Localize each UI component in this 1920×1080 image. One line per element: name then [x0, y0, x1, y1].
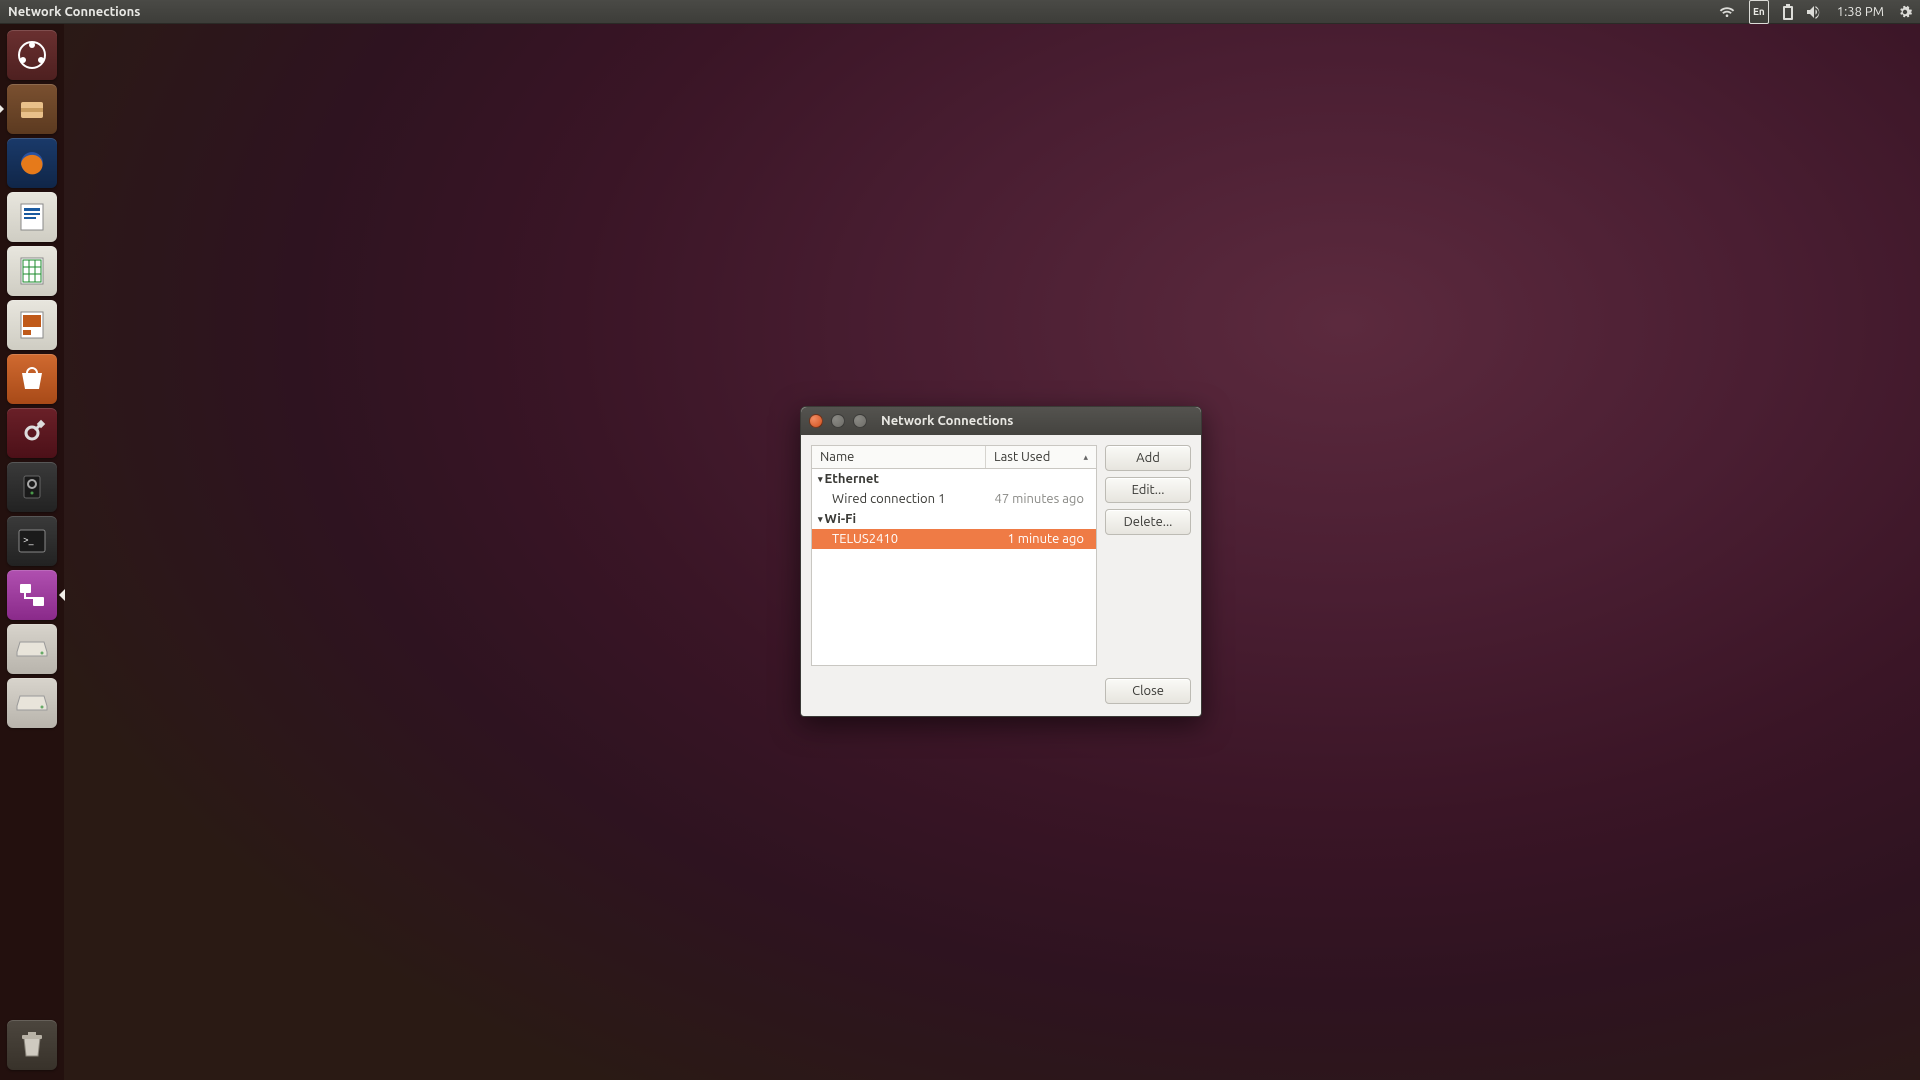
launcher-drive-icon[interactable]: [7, 624, 57, 674]
keyboard-language-indicator[interactable]: En: [1749, 0, 1769, 24]
column-name[interactable]: Name: [812, 446, 986, 468]
chevron-down-icon: ▾: [818, 474, 823, 485]
network-indicator-icon[interactable]: [1719, 0, 1735, 24]
edit-button[interactable]: Edit...: [1105, 477, 1191, 503]
group-label: Wi-Fi: [825, 512, 857, 526]
top-menubar: Network Connections En 1:38 PM: [0, 0, 1920, 24]
clock[interactable]: 1:38 PM: [1837, 5, 1884, 19]
connections-list: Name Last Used ▴ ▾ Ethernet Wired connec…: [811, 445, 1097, 666]
close-icon[interactable]: [809, 414, 823, 428]
unity-launcher: >_: [0, 24, 64, 1080]
column-last-used-label: Last Used: [994, 450, 1050, 464]
dialog-titlebar[interactable]: Network Connections: [801, 407, 1201, 435]
svg-text:>_: >_: [23, 534, 34, 545]
launcher-impress-icon[interactable]: [7, 300, 57, 350]
active-app-title: Network Connections: [8, 5, 140, 19]
connection-row[interactable]: Wired connection 1 47 minutes ago: [812, 489, 1096, 509]
launcher-network-connections-icon[interactable]: [7, 570, 57, 620]
launcher-settings-icon[interactable]: [7, 408, 57, 458]
launcher-trash-icon[interactable]: [7, 1020, 57, 1070]
volume-indicator-icon[interactable]: [1807, 0, 1823, 24]
column-last-used[interactable]: Last Used ▴: [986, 446, 1096, 468]
launcher-writer-icon[interactable]: [7, 192, 57, 242]
launcher-files-icon[interactable]: [7, 84, 57, 134]
launcher-drive-icon[interactable]: [7, 678, 57, 728]
session-gear-icon[interactable]: [1898, 0, 1912, 24]
dialog-title: Network Connections: [881, 414, 1013, 428]
launcher-terminal-icon[interactable]: >_: [7, 516, 57, 566]
connection-last-used: 1 minute ago: [980, 532, 1090, 546]
connection-name: Wired connection 1: [832, 492, 980, 506]
launcher-firefox-icon[interactable]: [7, 138, 57, 188]
launcher-backup-icon[interactable]: [7, 462, 57, 512]
close-button[interactable]: Close: [1105, 678, 1191, 704]
connection-last-used: 47 minutes ago: [980, 492, 1090, 506]
maximize-icon[interactable]: [853, 414, 867, 428]
minimize-icon[interactable]: [831, 414, 845, 428]
add-button[interactable]: Add: [1105, 445, 1191, 471]
group-ethernet[interactable]: ▾ Ethernet: [812, 469, 1096, 489]
group-label: Ethernet: [825, 472, 879, 486]
launcher-calc-icon[interactable]: [7, 246, 57, 296]
launcher-software-center-icon[interactable]: [7, 354, 57, 404]
battery-indicator-icon[interactable]: [1783, 0, 1793, 24]
list-body[interactable]: ▾ Ethernet Wired connection 1 47 minutes…: [811, 468, 1097, 666]
delete-button[interactable]: Delete...: [1105, 509, 1191, 535]
launcher-dash-icon[interactable]: [7, 30, 57, 80]
list-header: Name Last Used ▴: [811, 445, 1097, 468]
network-connections-dialog: Network Connections Name Last Used ▴ ▾ E…: [800, 406, 1202, 717]
group-wifi[interactable]: ▾ Wi-Fi: [812, 509, 1096, 529]
sort-indicator-icon: ▴: [1083, 452, 1088, 463]
dialog-action-buttons: Add Edit... Delete...: [1105, 445, 1191, 666]
chevron-down-icon: ▾: [818, 514, 823, 525]
connection-name: TELUS2410: [832, 532, 980, 546]
connection-row[interactable]: TELUS2410 1 minute ago: [812, 529, 1096, 549]
